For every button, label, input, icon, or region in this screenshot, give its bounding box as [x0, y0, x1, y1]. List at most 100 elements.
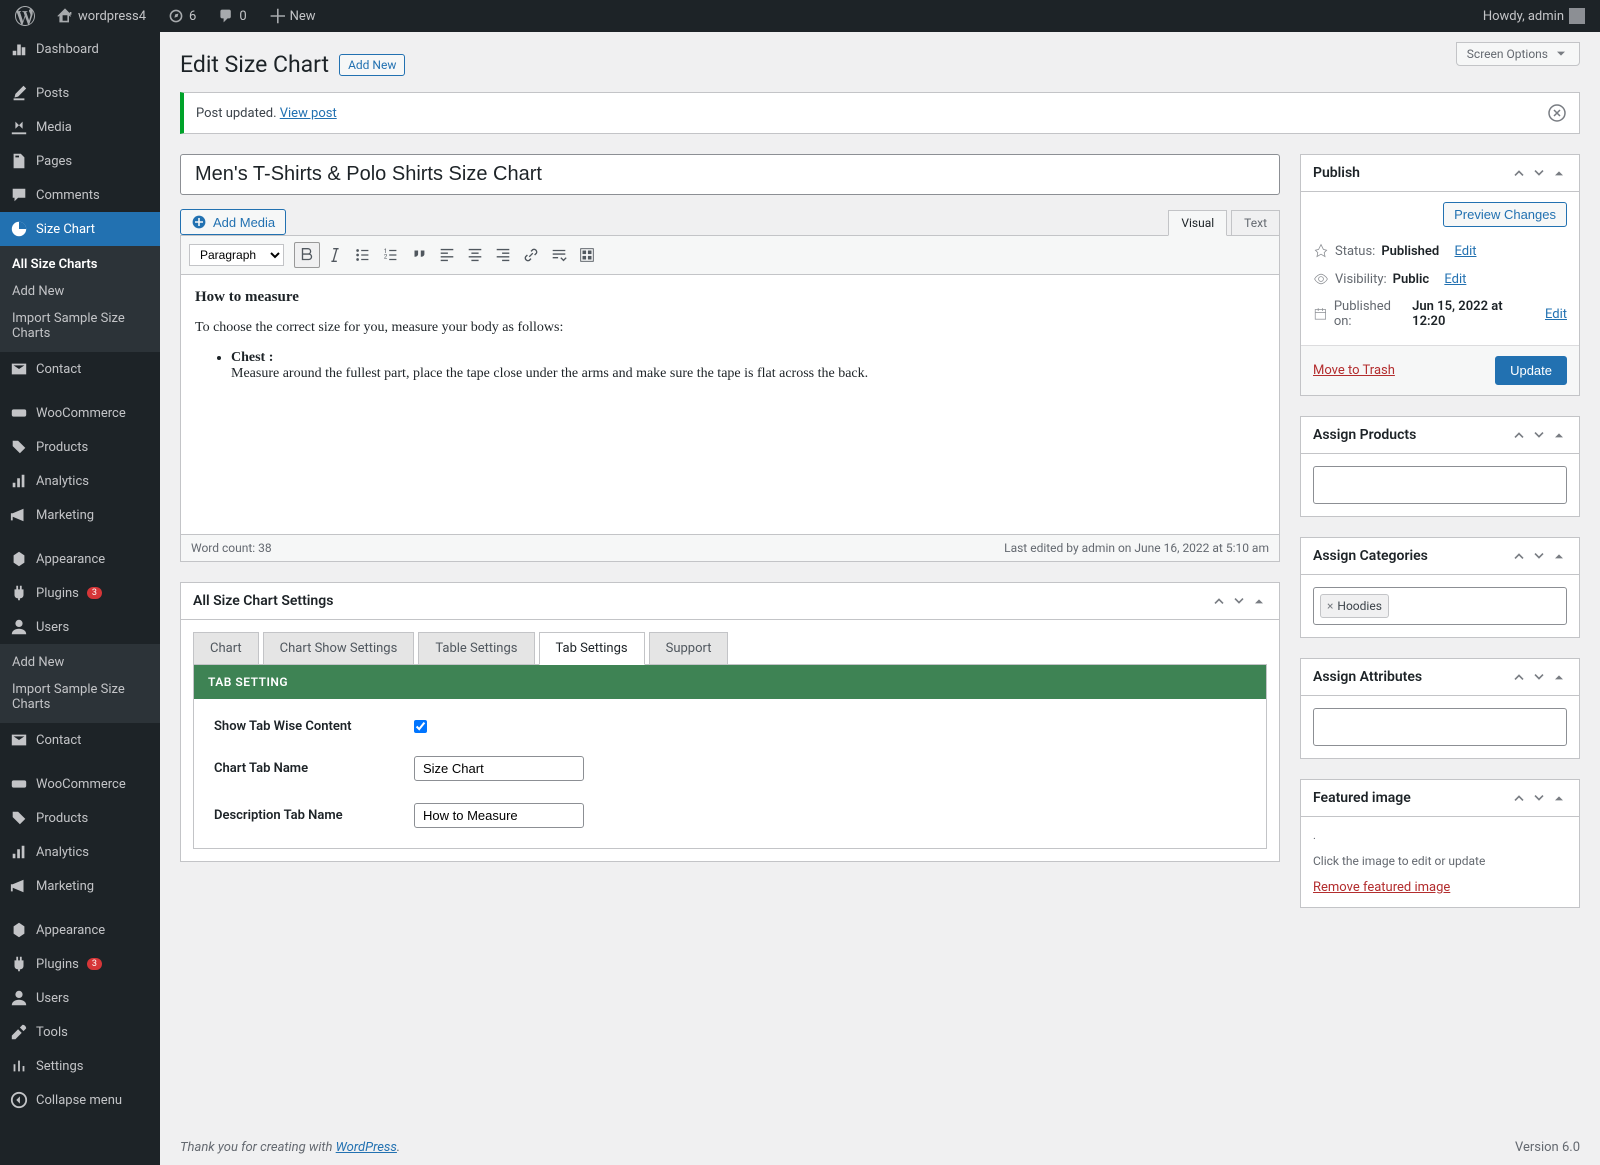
dismiss-icon[interactable] — [1547, 103, 1567, 123]
preview-button[interactable]: Preview Changes — [1443, 202, 1567, 227]
editor-content[interactable]: How to measure To choose the correct siz… — [180, 275, 1280, 535]
post-title-input[interactable] — [180, 154, 1280, 195]
menu-woocommerce-2[interactable]: WooCommerce — [0, 767, 160, 801]
add-new-button[interactable]: Add New — [339, 54, 405, 76]
menu-analytics[interactable]: Analytics — [0, 464, 160, 498]
chart-tab-input[interactable] — [414, 756, 584, 781]
menu-dashboard[interactable]: Dashboard — [0, 32, 160, 66]
down-icon[interactable] — [1531, 427, 1547, 443]
site-name-link[interactable]: wordpress4 — [50, 0, 153, 32]
menu-tools[interactable]: Tools — [0, 1015, 160, 1049]
admin-bar: wordpress4 6 0 New Howdy, admin — [0, 0, 1600, 32]
up-icon[interactable] — [1511, 165, 1527, 181]
submenu2-import[interactable]: Import Sample Size Charts — [0, 676, 160, 718]
wordpress-link[interactable]: WordPress — [336, 1140, 397, 1155]
submenu-all-charts[interactable]: All Size Charts — [0, 251, 160, 278]
tab-chart-show[interactable]: Chart Show Settings — [263, 632, 415, 664]
menu-products-2[interactable]: Products — [0, 801, 160, 835]
up-icon[interactable] — [1511, 548, 1527, 564]
menu-pages[interactable]: Pages — [0, 144, 160, 178]
add-media-button[interactable]: Add Media — [180, 209, 286, 235]
up-icon[interactable] — [1511, 427, 1527, 443]
menu-plugins[interactable]: Plugins3 — [0, 576, 160, 610]
toggle-icon[interactable] — [1551, 790, 1567, 806]
menu-media[interactable]: Media — [0, 110, 160, 144]
menu-comments[interactable]: Comments — [0, 178, 160, 212]
down-icon[interactable] — [1231, 593, 1247, 609]
link-button[interactable] — [518, 242, 544, 268]
screen-options-button[interactable]: Screen Options — [1456, 42, 1580, 66]
toggle-icon[interactable] — [1251, 593, 1267, 609]
menu-appearance-2[interactable]: Appearance — [0, 913, 160, 947]
edit-visibility-link[interactable]: Edit — [1444, 272, 1466, 287]
products-input[interactable] — [1313, 466, 1567, 504]
tab-visual[interactable]: Visual — [1168, 210, 1227, 236]
more-button[interactable] — [546, 242, 572, 268]
toggle-icon[interactable] — [1551, 165, 1567, 181]
toggle-icon[interactable] — [1551, 427, 1567, 443]
down-icon[interactable] — [1531, 790, 1547, 806]
menu-contact-2[interactable]: Contact — [0, 723, 160, 757]
trash-link[interactable]: Move to Trash — [1313, 363, 1395, 378]
new-link[interactable]: New — [262, 0, 323, 32]
submenu-2: Add New Import Sample Size Charts — [0, 644, 160, 723]
down-icon[interactable] — [1531, 669, 1547, 685]
ul-button[interactable] — [350, 242, 376, 268]
show-tab-checkbox[interactable] — [414, 720, 427, 733]
up-icon[interactable] — [1511, 669, 1527, 685]
format-select[interactable]: Paragraph — [189, 244, 284, 266]
bold-button[interactable] — [294, 242, 320, 268]
toggle-icon[interactable] — [1551, 548, 1567, 564]
comments-link[interactable]: 0 — [211, 0, 253, 32]
view-post-link[interactable]: View post — [280, 106, 337, 121]
tab-support[interactable]: Support — [649, 632, 729, 664]
tab-table-settings[interactable]: Table Settings — [418, 632, 534, 664]
quote-button[interactable] — [406, 242, 432, 268]
down-icon[interactable] — [1531, 165, 1547, 181]
submenu2-add-new[interactable]: Add New — [0, 649, 160, 676]
toolbar-toggle-button[interactable] — [574, 242, 600, 268]
align-left-button[interactable] — [434, 242, 460, 268]
menu-collapse[interactable]: Collapse menu — [0, 1083, 160, 1117]
up-icon[interactable] — [1211, 593, 1227, 609]
calendar-icon — [1313, 306, 1328, 322]
toggle-icon[interactable] — [1551, 669, 1567, 685]
menu-users-2[interactable]: Users — [0, 981, 160, 1015]
menu-products[interactable]: Products — [0, 430, 160, 464]
italic-button[interactable] — [322, 242, 348, 268]
plugins-badge: 3 — [87, 587, 102, 599]
align-center-button[interactable] — [462, 242, 488, 268]
menu-size-chart[interactable]: Size Chart — [0, 212, 160, 246]
update-button[interactable]: Update — [1495, 356, 1567, 385]
tab-chart[interactable]: Chart — [193, 632, 259, 664]
edit-date-link[interactable]: Edit — [1545, 307, 1567, 322]
desc-tab-input[interactable] — [414, 803, 584, 828]
menu-marketing[interactable]: Marketing — [0, 498, 160, 532]
submenu-import[interactable]: Import Sample Size Charts — [0, 305, 160, 347]
ol-button[interactable]: 12 — [378, 242, 404, 268]
remove-featured-link[interactable]: Remove featured image — [1313, 880, 1450, 895]
edit-status-link[interactable]: Edit — [1454, 244, 1476, 259]
categories-input[interactable]: × Hoodies — [1313, 587, 1567, 625]
tab-tab-settings[interactable]: Tab Settings — [539, 632, 645, 665]
menu-plugins-2[interactable]: Plugins3 — [0, 947, 160, 981]
menu-users[interactable]: Users — [0, 610, 160, 644]
menu-settings[interactable]: Settings — [0, 1049, 160, 1083]
wp-logo[interactable] — [8, 0, 42, 32]
submenu-add-new[interactable]: Add New — [0, 278, 160, 305]
updates-link[interactable]: 6 — [161, 0, 203, 32]
menu-appearance[interactable]: Appearance — [0, 542, 160, 576]
menu-analytics-2[interactable]: Analytics — [0, 835, 160, 869]
align-right-button[interactable] — [490, 242, 516, 268]
menu-posts[interactable]: Posts — [0, 76, 160, 110]
menu-woocommerce[interactable]: WooCommerce — [0, 396, 160, 430]
featured-image-thumb[interactable]: . — [1313, 829, 1567, 842]
down-icon[interactable] — [1531, 548, 1547, 564]
remove-tag-icon[interactable]: × — [1327, 599, 1333, 613]
attributes-input[interactable] — [1313, 708, 1567, 746]
up-icon[interactable] — [1511, 790, 1527, 806]
howdy-link[interactable]: Howdy, admin — [1476, 0, 1592, 32]
menu-contact[interactable]: Contact — [0, 352, 160, 386]
menu-marketing-2[interactable]: Marketing — [0, 869, 160, 903]
tab-text[interactable]: Text — [1231, 210, 1280, 235]
